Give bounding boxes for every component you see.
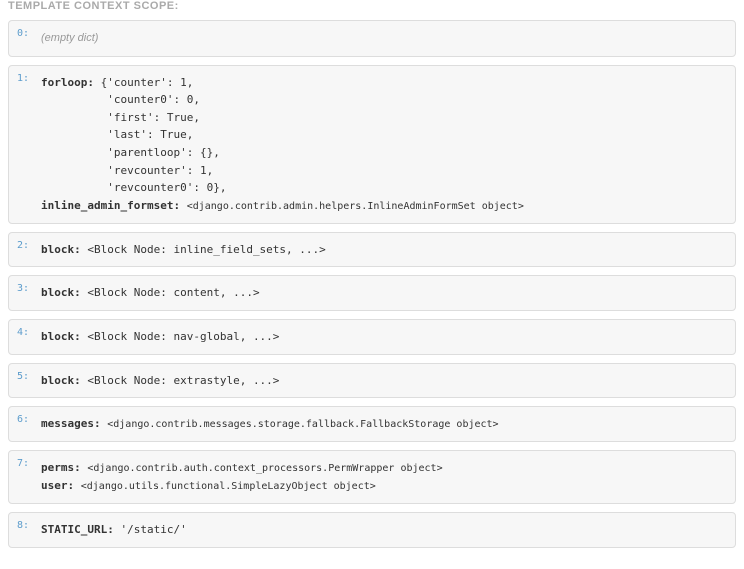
context-value-line: 'revcounter0': 0}, [41,179,725,197]
context-key: block: [41,374,81,387]
scope-row: 8: STATIC_URL: '/static/' [8,512,736,548]
context-value-line: 'counter0': 0, [41,91,725,109]
context-value: <Block Node: extrastyle, ...> [87,374,279,387]
scope-row: 7: perms: <django.contrib.auth.context_p… [8,450,736,504]
scope-index: 8: [17,520,29,531]
scope-row: 6: messages: <django.contrib.messages.st… [8,406,736,442]
context-entry: STATIC_URL: '/static/' [41,523,187,536]
scope-row: 5: block: <Block Node: extrastyle, ...> [8,363,736,399]
panel-title: TEMPLATE CONTEXT SCOPE: [8,0,736,12]
scope-index: 4: [17,327,29,338]
context-key: block: [41,286,81,299]
template-context-scope-panel: TEMPLATE CONTEXT SCOPE: 0: (empty dict) … [0,0,744,564]
context-value-line: 'first': True, [41,109,725,127]
context-entry: perms: <django.contrib.auth.context_proc… [41,459,725,477]
context-entry: block: <Block Node: inline_field_sets, .… [41,243,326,256]
context-value: '/static/' [120,523,186,536]
context-key: messages: [41,417,101,430]
context-value: <django.contrib.admin.helpers.InlineAdmi… [187,201,524,212]
context-key: block: [41,243,81,256]
scope-row: 1: forloop: {'counter': 1, 'counter0': 0… [8,65,736,224]
context-value-line: 'parentloop': {}, [41,144,725,162]
context-value-line: 'revcounter': 1, [41,162,725,180]
scope-row: 2: block: <Block Node: inline_field_sets… [8,232,736,268]
context-key: perms: [41,461,81,474]
context-entry: block: <Block Node: extrastyle, ...> [41,374,279,387]
context-entry: block: <Block Node: nav-global, ...> [41,330,279,343]
scope-index: 2: [17,240,29,251]
scope-index: 6: [17,414,29,425]
context-value: <django.contrib.messages.storage.fallbac… [107,419,498,430]
empty-dict-label: (empty dict) [41,32,98,44]
scope-row: 3: block: <Block Node: content, ...> [8,275,736,311]
scope-index: 0: [17,28,29,39]
context-key: inline_admin_formset: [41,199,180,212]
context-value: <Block Node: inline_field_sets, ...> [87,243,325,256]
context-entry: forloop: {'counter': 1, [41,74,725,92]
scope-index: 3: [17,283,29,294]
scope-index: 1: [17,73,29,84]
context-key: STATIC_URL: [41,523,114,536]
context-value-line: 'last': True, [41,126,725,144]
scope-row: 4: block: <Block Node: nav-global, ...> [8,319,736,355]
scope-row: 0: (empty dict) [8,20,736,57]
scope-index: 5: [17,371,29,382]
context-entry: block: <Block Node: content, ...> [41,286,260,299]
context-key: block: [41,330,81,343]
context-value: <Block Node: content, ...> [87,286,259,299]
context-entry: user: <django.utils.functional.SimpleLaz… [41,477,725,495]
context-key: user: [41,479,74,492]
context-value: {'counter': 1, [101,76,194,89]
context-value: <django.utils.functional.SimpleLazyObjec… [81,481,376,492]
context-value: <Block Node: nav-global, ...> [87,330,279,343]
context-key: forloop: [41,76,94,89]
context-entry: inline_admin_formset: <django.contrib.ad… [41,197,725,215]
scope-index: 7: [17,458,29,469]
context-entry: messages: <django.contrib.messages.stora… [41,417,499,430]
context-value: <django.contrib.auth.context_processors.… [87,463,442,474]
